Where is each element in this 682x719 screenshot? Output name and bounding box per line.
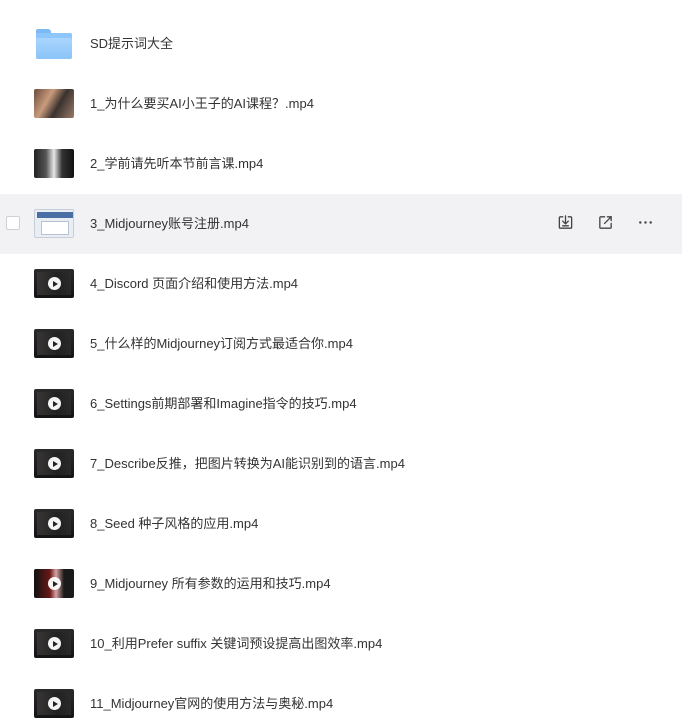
file-row[interactable]: 2_学前请先听本节前言课.mp4 [0,134,682,194]
file-row[interactable]: 1_为什么要买AI小王子的AI课程？.mp4 [0,74,682,134]
video-thumbnail [34,269,74,298]
file-row[interactable]: 4_Discord 页面介绍和使用方法.mp4 [0,254,682,314]
file-row[interactable]: 10_利用Prefer suffix 关键词预设提高出图效率.mp4 [0,614,682,674]
file-row[interactable]: 7_Describe反推，把图片转换为AI能识别到的语言.mp4 [0,434,682,494]
file-row-folder[interactable]: SD提示词大全 [0,14,682,74]
play-icon [47,517,61,530]
video-thumbnail [34,89,74,118]
file-row[interactable]: 9_Midjourney 所有参数的运用和技巧.mp4 [0,554,682,614]
file-name[interactable]: 2_学前请先听本节前言课.mp4 [90,156,263,172]
file-name[interactable]: SD提示词大全 [90,36,173,52]
folder-icon [36,29,72,59]
file-row[interactable]: 11_Midjourney官网的使用方法与奥秘.mp4 [0,674,682,719]
play-icon [47,337,61,350]
play-icon [47,577,61,590]
video-thumbnail [34,389,74,418]
file-name[interactable]: 8_Seed 种子风格的应用.mp4 [90,516,258,532]
play-icon [47,397,61,410]
more-icon[interactable] [636,213,654,231]
video-thumbnail [34,209,74,238]
play-icon [47,697,61,710]
video-thumbnail [34,569,74,598]
file-row[interactable]: 6_Settings前期部署和Imagine指令的技巧.mp4 [0,374,682,434]
file-row-hovered[interactable]: 3_Midjourney账号注册.mp4 [0,194,682,254]
file-name[interactable]: 9_Midjourney 所有参数的运用和技巧.mp4 [90,576,331,592]
play-icon [47,637,61,650]
video-thumbnail [34,509,74,538]
play-icon [47,277,61,290]
video-thumbnail [34,689,74,718]
video-thumbnail [34,329,74,358]
file-name[interactable]: 5_什么样的Midjourney订阅方式最适合你.mp4 [90,336,353,352]
file-name[interactable]: 11_Midjourney官网的使用方法与奥秘.mp4 [90,696,333,712]
file-name[interactable]: 6_Settings前期部署和Imagine指令的技巧.mp4 [90,396,357,412]
file-name[interactable]: 7_Describe反推，把图片转换为AI能识别到的语言.mp4 [90,456,405,472]
video-thumbnail [34,449,74,478]
file-row[interactable]: 5_什么样的Midjourney订阅方式最适合你.mp4 [0,314,682,374]
row-actions [556,213,654,233]
file-name[interactable]: 4_Discord 页面介绍和使用方法.mp4 [90,276,298,292]
select-checkbox[interactable] [6,216,20,230]
file-list: SD提示词大全 1_为什么要买AI小王子的AI课程？.mp4 2_学前请先听本节… [0,14,682,719]
file-name[interactable]: 1_为什么要买AI小王子的AI课程？.mp4 [90,96,314,112]
file-name[interactable]: 3_Midjourney账号注册.mp4 [90,216,249,232]
file-row[interactable]: 8_Seed 种子风格的应用.mp4 [0,494,682,554]
video-thumbnail [34,629,74,658]
download-icon[interactable] [556,213,574,231]
video-thumbnail [34,149,74,178]
file-name[interactable]: 10_利用Prefer suffix 关键词预设提高出图效率.mp4 [90,636,382,652]
play-icon [47,457,61,470]
share-icon[interactable] [596,213,614,231]
